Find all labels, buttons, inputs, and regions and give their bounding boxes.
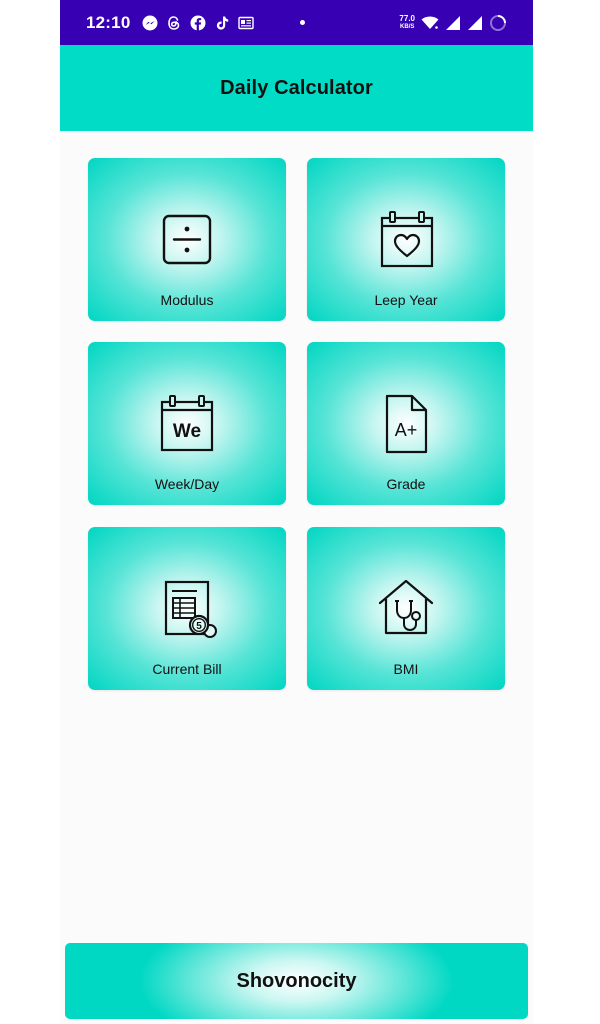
footer-brand: Shovonocity — [236, 969, 357, 992]
tile-label: Week/Day — [154, 476, 220, 492]
tile-label: Grade — [386, 476, 426, 492]
week-day-tile[interactable]: We Week/Day — [88, 342, 286, 505]
grade-tile[interactable]: A+ Grade — [307, 342, 505, 505]
tile-label: Current Bill — [152, 661, 222, 677]
bill-icon: 5 — [164, 580, 217, 638]
network-speed: 77.0 KB/S — [399, 13, 415, 30]
facebook-icon — [190, 15, 206, 30]
grade-document-icon: A+ — [385, 394, 428, 454]
tile-label: Leep Year — [374, 292, 438, 308]
notification-icons — [142, 15, 306, 31]
health-house-icon — [378, 579, 434, 635]
phone-screen: 12:10 77.0 KB/S Daily Calculator Modulus… — [60, 0, 533, 1024]
calendar-week-icon: We — [160, 395, 214, 452]
messenger-icon — [142, 15, 158, 30]
coin-number: 5 — [196, 621, 202, 632]
threads-icon — [168, 15, 180, 30]
status-time: 12:10 — [86, 12, 131, 32]
tiktok-icon — [217, 16, 229, 30]
news-icon — [238, 16, 255, 29]
tile-label: BMI — [393, 661, 419, 677]
calendar-heart-icon — [380, 211, 434, 268]
bmi-tile[interactable]: BMI — [307, 527, 505, 690]
signal-icon-1 — [446, 15, 460, 30]
system-icons: 77.0 KB/S — [399, 0, 507, 45]
week-abbrev: We — [173, 421, 201, 442]
wifi-icon — [421, 16, 439, 29]
divide-icon — [162, 214, 212, 265]
footer-banner: Shovonocity — [65, 943, 528, 1019]
signal-icon-2 — [468, 15, 482, 30]
status-bar: 12:10 77.0 KB/S — [60, 0, 533, 45]
app-bar: Daily Calculator — [60, 45, 533, 131]
tile-label: Modulus — [160, 292, 214, 308]
current-bill-tile[interactable]: 5 Current Bill — [88, 527, 286, 690]
modulus-tile[interactable]: Modulus — [88, 158, 286, 321]
grade-text: A+ — [395, 420, 418, 440]
more-notifications-dot — [300, 20, 306, 25]
leep-year-tile[interactable]: Leep Year — [307, 158, 505, 321]
battery-ring-icon — [490, 14, 506, 31]
page-title: Daily Calculator — [220, 76, 373, 99]
